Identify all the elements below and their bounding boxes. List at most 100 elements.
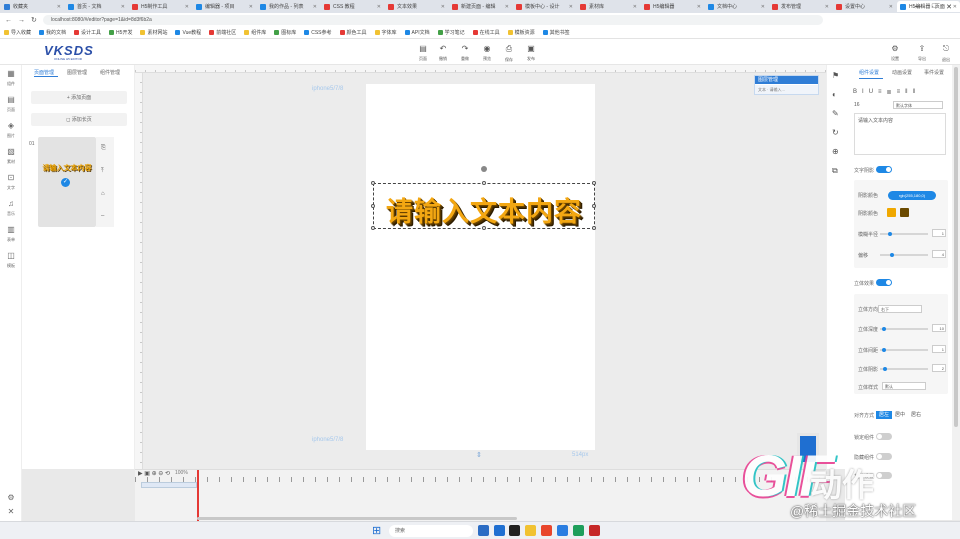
browser-tab[interactable]: 设置中心 ✕ xyxy=(833,1,896,12)
right-tool-icon[interactable]: ⚑ xyxy=(832,71,839,80)
resize-handle-tr[interactable] xyxy=(592,181,596,185)
bookmark-item[interactable]: 设计工具 xyxy=(74,29,101,36)
shadow-offset-input[interactable]: 4 xyxy=(932,250,946,258)
editor-canvas-area[interactable]: iphone5/7/8 iphone5/7/8 请输入文本内容 图层管理 文本 … xyxy=(135,65,826,469)
page-thumbnail[interactable]: 请输入文本内容 ✓ xyxy=(38,137,96,227)
swatch-orange[interactable] xyxy=(887,208,896,217)
add-page-button[interactable]: + 添加页面 xyxy=(31,91,127,104)
timeline-controls[interactable]: ▶ ▣ ⊕ ⊖ ⟲ xyxy=(138,470,170,477)
rail-item[interactable]: ▧ 素材 xyxy=(2,147,20,165)
align-left-option[interactable]: 居左 xyxy=(876,411,893,419)
preview-tool-button[interactable]: ◉ 预览 xyxy=(478,44,496,62)
browser-tab[interactable]: 文本效果 ✕ xyxy=(385,1,448,12)
taskbar-app-icon[interactable] xyxy=(478,525,489,536)
delete-page-icon[interactable]: – xyxy=(101,213,104,219)
tab-close-icon[interactable]: ✕ xyxy=(441,4,445,10)
text-content-input[interactable]: 请输入文本内容 xyxy=(854,113,946,155)
bookmark-item[interactable]: CSS参考 xyxy=(304,29,332,36)
bookmark-item[interactable]: Vue教程 xyxy=(175,29,201,36)
hide-toggle[interactable] xyxy=(876,453,892,460)
tab-component-settings[interactable]: 组件设置 xyxy=(859,69,879,76)
save-tool-button[interactable]: ⎙ 保存 xyxy=(500,44,518,63)
rail-item[interactable]: ▦ 组件 xyxy=(2,69,20,87)
timeline-playhead[interactable] xyxy=(197,470,199,522)
bookmark-item[interactable]: 学习笔记 xyxy=(437,29,465,36)
tab-close-icon[interactable]: ✕ xyxy=(185,4,189,10)
taskbar-app-icon[interactable] xyxy=(525,525,536,536)
taskbar-app-icon[interactable] xyxy=(573,525,584,536)
bookmark-item[interactable]: 前端社区 xyxy=(209,29,236,36)
tab-close-icon[interactable]: ✕ xyxy=(761,4,765,10)
text-shadow-toggle[interactable] xyxy=(876,166,892,173)
url-field[interactable]: localhost:8080/#/editor?page=1&id=8d3f6b… xyxy=(42,15,823,25)
bookmark-item[interactable]: 颜色工具 xyxy=(339,29,367,36)
resize-handle-mr[interactable] xyxy=(592,204,596,208)
taskbar-app-icon[interactable] xyxy=(557,525,568,536)
taskbar-search[interactable]: 搜索 xyxy=(389,525,473,537)
bookmark-item[interactable]: H5开发 xyxy=(109,29,132,36)
spacing-slider[interactable] xyxy=(880,348,928,352)
export-button[interactable]: ⇪ 导出 xyxy=(913,44,931,62)
direction-select[interactable]: 右下 xyxy=(878,305,922,313)
minimize-button[interactable]: — xyxy=(915,3,922,10)
back-button[interactable]: ← xyxy=(5,17,12,24)
rail-item[interactable]: ◫ 模板 xyxy=(2,251,20,269)
timeline-scrollbar[interactable] xyxy=(197,517,517,520)
bookmark-item[interactable]: 我的文档 xyxy=(39,29,66,36)
tab-animation-settings[interactable]: 动画设置 xyxy=(892,69,912,76)
spacing-input[interactable]: 1 xyxy=(932,345,946,353)
taskbar-app-icon[interactable] xyxy=(541,525,552,536)
reload-button[interactable]: ↻ xyxy=(31,16,37,24)
floating-layers-panel[interactable]: 图层管理 文本 · 请输入... xyxy=(754,75,819,95)
right-tool-icon[interactable]: ⧉ xyxy=(832,166,838,176)
font-size-select[interactable]: 16 xyxy=(854,102,860,108)
format-button[interactable]: ≡ xyxy=(897,89,901,96)
tab-close-icon[interactable]: ✕ xyxy=(633,4,637,10)
taskbar-app-icon[interactable] xyxy=(509,525,520,536)
bookmark-item[interactable]: 其他书签 xyxy=(542,29,570,36)
tab-close-icon[interactable]: ✕ xyxy=(377,4,381,10)
maximize-button[interactable]: □ xyxy=(932,3,936,10)
tab-close-icon[interactable]: ✕ xyxy=(825,4,829,10)
page-canvas[interactable] xyxy=(366,84,595,450)
rail-item[interactable]: ▥ 表单 xyxy=(2,225,20,243)
tab-close-icon[interactable]: ✕ xyxy=(313,4,317,10)
page-tool-button[interactable]: ▤ 页面 xyxy=(414,44,432,62)
taskbar-app-icon[interactable] xyxy=(494,525,505,536)
tab-event-settings[interactable]: 事件设置 xyxy=(924,69,944,76)
format-button[interactable]: I xyxy=(862,89,864,96)
format-button[interactable]: ‖ xyxy=(905,89,907,96)
extra-toggle[interactable] xyxy=(876,472,892,479)
right-tool-icon[interactable]: ◐ xyxy=(832,90,837,99)
forward-button[interactable]: → xyxy=(18,17,25,24)
undo-tool-button[interactable]: ↶ 撤销 xyxy=(434,44,452,62)
taskbar-app-icon[interactable] xyxy=(589,525,600,536)
browser-tab[interactable]: 收藏夹 ✕ xyxy=(1,1,64,12)
rail-item[interactable]: ♫ 音乐 xyxy=(2,199,20,217)
tab-component-manage[interactable]: 组件管理 xyxy=(100,69,120,76)
bookmark-item[interactable]: 素材网站 xyxy=(140,29,167,36)
font-family-select[interactable]: 默认字体 xyxy=(893,101,943,109)
browser-tab[interactable]: 模板中心 - 设计 ✕ xyxy=(513,1,576,12)
bookmark-item[interactable]: 图标库 xyxy=(274,29,296,36)
shadow-color-picker[interactable]: rgb(255,180,0) xyxy=(888,191,936,200)
tab-close-icon[interactable]: ✕ xyxy=(57,4,61,10)
settings-button[interactable]: ⚙ 设置 xyxy=(886,44,904,62)
tab-layer-manage[interactable]: 图层管理 xyxy=(67,69,87,76)
rail-item[interactable]: ◈ 图片 xyxy=(2,121,20,139)
browser-tab[interactable]: 文档中心 ✕ xyxy=(705,1,768,12)
three-d-toggle[interactable] xyxy=(876,279,892,286)
tab-close-icon[interactable]: ✕ xyxy=(569,4,573,10)
bookmark-item[interactable]: 组件库 xyxy=(244,29,266,36)
close-window-button[interactable]: ✕ xyxy=(946,3,952,11)
exit-button[interactable]: ⎋ 退出 xyxy=(937,44,955,63)
bookmark-item[interactable]: 导入收藏 xyxy=(4,29,31,36)
resize-handle-ml[interactable] xyxy=(371,204,375,208)
copy-page-icon[interactable]: ⎘ xyxy=(101,145,106,152)
browser-tab[interactable]: CSS 教程 ✕ xyxy=(321,1,384,12)
rail-bottom-item[interactable]: ⚙ xyxy=(2,493,20,502)
bookmark-item[interactable]: API文档 xyxy=(404,29,430,36)
page-height-resize-icon[interactable]: ⇕ xyxy=(476,451,482,459)
shadow-blur-slider[interactable] xyxy=(880,232,928,236)
tab-close-icon[interactable]: ✕ xyxy=(889,4,893,10)
